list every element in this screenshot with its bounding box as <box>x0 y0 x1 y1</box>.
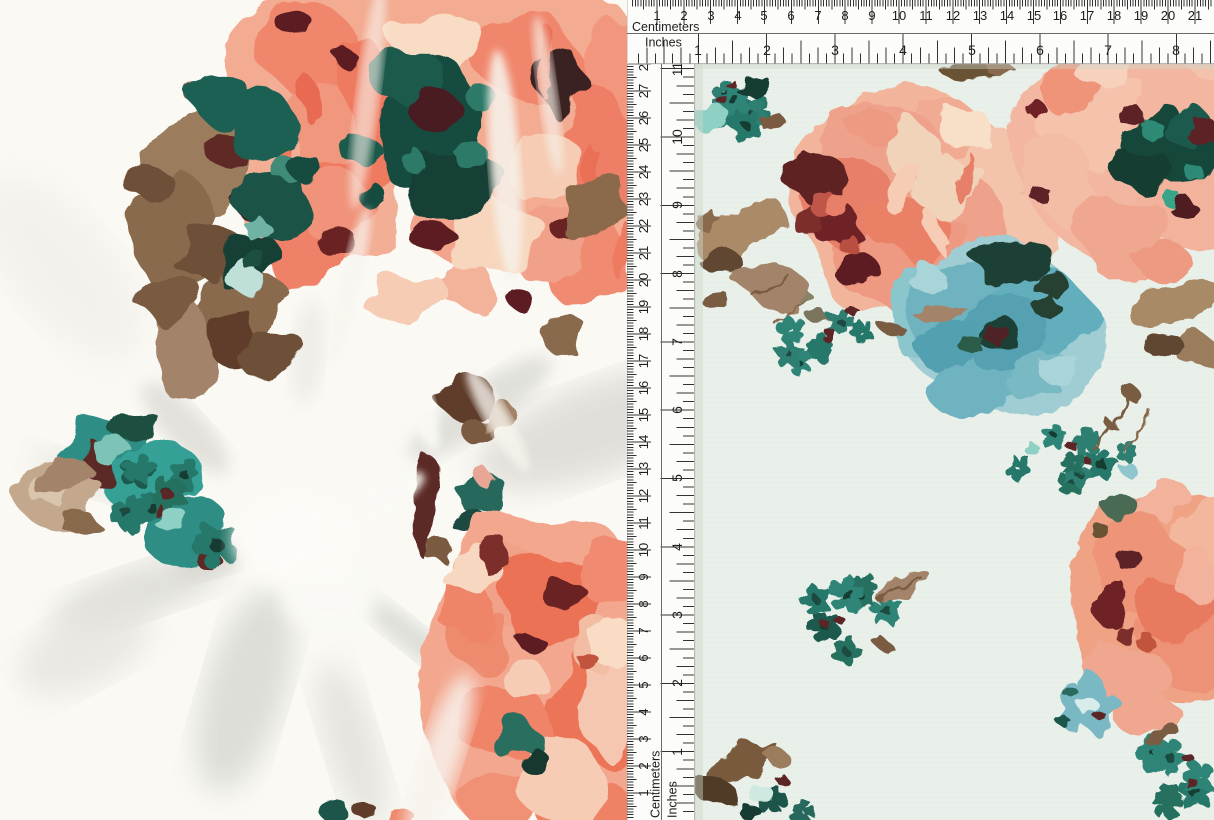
svg-text:14: 14 <box>636 435 651 449</box>
svg-text:21: 21 <box>636 246 651 260</box>
svg-text:10: 10 <box>669 129 685 145</box>
svg-text:17: 17 <box>1080 8 1094 23</box>
svg-text:8: 8 <box>1172 42 1180 58</box>
svg-text:7: 7 <box>636 627 651 634</box>
svg-text:3: 3 <box>669 611 685 619</box>
svg-text:8: 8 <box>669 270 685 278</box>
svg-text:24: 24 <box>636 165 651 179</box>
svg-text:Centimeters: Centimeters <box>632 20 699 34</box>
svg-text:19: 19 <box>1134 8 1148 23</box>
svg-text:9: 9 <box>636 573 651 580</box>
svg-text:15: 15 <box>1027 8 1041 23</box>
svg-text:13: 13 <box>636 462 651 476</box>
svg-text:3: 3 <box>636 735 651 742</box>
svg-text:16: 16 <box>636 381 651 395</box>
svg-text:6: 6 <box>636 654 651 661</box>
svg-text:4: 4 <box>899 42 907 58</box>
svg-text:18: 18 <box>1107 8 1121 23</box>
svg-text:7: 7 <box>669 338 685 346</box>
svg-text:11: 11 <box>919 8 933 23</box>
svg-text:2: 2 <box>763 42 771 58</box>
svg-text:12: 12 <box>636 489 651 503</box>
svg-text:4: 4 <box>669 543 685 551</box>
svg-text:17: 17 <box>636 354 651 368</box>
svg-text:Centimeters: Centimeters <box>649 751 663 818</box>
svg-text:13: 13 <box>973 8 987 23</box>
svg-text:3: 3 <box>831 42 839 58</box>
svg-text:9: 9 <box>669 201 685 209</box>
svg-text:23: 23 <box>636 192 651 206</box>
svg-text:6: 6 <box>669 406 685 414</box>
svg-text:3: 3 <box>707 8 714 23</box>
svg-text:10: 10 <box>636 543 651 557</box>
svg-text:20: 20 <box>636 273 651 287</box>
svg-text:7: 7 <box>814 8 821 23</box>
svg-text:25: 25 <box>636 138 651 152</box>
svg-text:8: 8 <box>841 8 848 23</box>
svg-text:19: 19 <box>636 300 651 314</box>
svg-text:6: 6 <box>787 8 794 23</box>
svg-text:20: 20 <box>1161 8 1175 23</box>
svg-text:22: 22 <box>636 219 651 233</box>
svg-text:Inches: Inches <box>645 36 682 50</box>
svg-text:1: 1 <box>669 748 685 756</box>
svg-text:7: 7 <box>1104 42 1112 58</box>
svg-text:5: 5 <box>669 474 685 482</box>
svg-text:Inches: Inches <box>666 781 680 818</box>
svg-text:5: 5 <box>760 8 767 23</box>
svg-text:14: 14 <box>1000 8 1014 23</box>
svg-text:4: 4 <box>636 708 651 715</box>
svg-text:11: 11 <box>636 516 651 530</box>
svg-text:26: 26 <box>636 111 651 125</box>
svg-text:21: 21 <box>1188 8 1202 23</box>
svg-text:27: 27 <box>636 84 651 98</box>
svg-text:16: 16 <box>1053 8 1067 23</box>
svg-text:9: 9 <box>868 8 875 23</box>
svg-text:18: 18 <box>636 327 651 341</box>
svg-text:10: 10 <box>892 8 906 23</box>
svg-text:15: 15 <box>636 408 651 422</box>
svg-text:6: 6 <box>1036 42 1044 58</box>
svg-text:1: 1 <box>694 42 702 58</box>
svg-text:4: 4 <box>734 8 741 23</box>
svg-text:2: 2 <box>669 679 685 687</box>
svg-text:5: 5 <box>968 42 976 58</box>
svg-text:12: 12 <box>946 8 960 23</box>
svg-text:8: 8 <box>636 600 651 607</box>
svg-text:5: 5 <box>636 681 651 688</box>
